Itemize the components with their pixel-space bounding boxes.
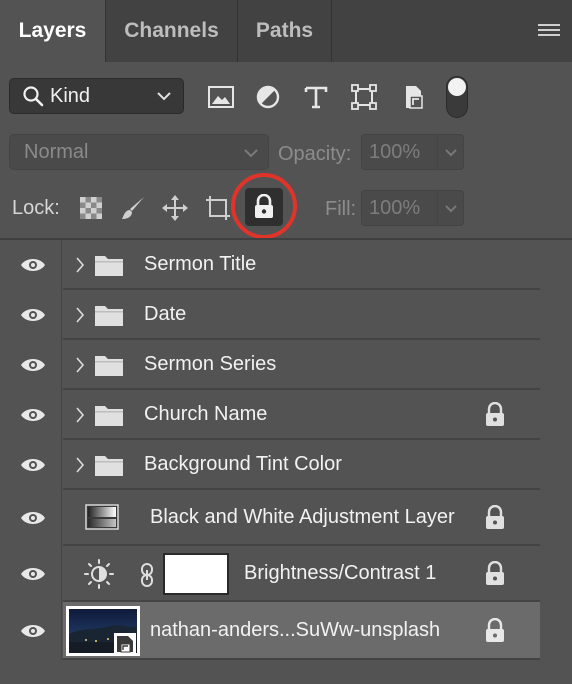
lock-icon <box>486 618 504 642</box>
folder-icon <box>95 456 123 476</box>
lock-image-pixels-icon[interactable] <box>119 194 147 222</box>
fill-field[interactable]: 100% <box>361 190 439 226</box>
layer-row[interactable]: Sermon Series <box>0 340 540 390</box>
tab-paths[interactable]: Paths <box>238 0 332 62</box>
chevron-down-icon <box>244 149 258 158</box>
folder-icon <box>95 406 123 426</box>
search-icon <box>23 86 44 107</box>
image-filter-icon[interactable] <box>206 82 236 112</box>
shape-filter-icon[interactable] <box>349 82 379 112</box>
link-icon[interactable] <box>139 562 155 588</box>
eye-icon[interactable] <box>20 407 46 423</box>
eye-icon[interactable] <box>20 257 46 273</box>
layer-name: Black and White Adjustment Layer <box>150 506 455 528</box>
lock-artboard-icon[interactable] <box>204 194 232 222</box>
layer-row[interactable]: Date <box>0 290 540 340</box>
eye-icon[interactable] <box>20 566 46 582</box>
lock-icon <box>486 561 504 585</box>
layer-name: Brightness/Contrast 1 <box>244 562 437 584</box>
highlight-ring <box>231 173 297 239</box>
brightness-contrast-icon <box>84 559 114 589</box>
layer-name: Background Tint Color <box>144 453 342 475</box>
layer-row[interactable]: Church Name <box>0 390 540 440</box>
eye-icon[interactable] <box>20 357 46 373</box>
lock-icon <box>486 505 504 529</box>
lock-position-icon[interactable] <box>161 194 189 222</box>
layers-list: Sermon Title Date Sermon Series Church N… <box>0 240 572 684</box>
expand-chevron-icon[interactable] <box>75 356 85 374</box>
filter-kind-label: Kind <box>50 84 91 107</box>
fill-dropdown-button[interactable] <box>437 190 464 226</box>
panel-tab-bar: Layers Channels Paths <box>0 0 572 62</box>
chevron-down-icon <box>445 205 457 213</box>
layer-name: nathan-anders...SuWw-unsplash <box>150 619 441 641</box>
folder-icon <box>95 356 123 376</box>
blend-mode-select[interactable]: Normal <box>9 134 269 170</box>
layer-name: Sermon Title <box>144 253 257 275</box>
smart-object-thumbnail[interactable] <box>66 606 140 656</box>
lock-transparent-pixels-icon[interactable] <box>77 194 105 222</box>
layer-row[interactable]: Black and White Adjustment Layer <box>0 490 540 546</box>
folder-icon <box>95 256 123 276</box>
adjustment-filter-icon[interactable] <box>253 82 283 112</box>
opacity-field[interactable]: 100% <box>361 134 439 170</box>
lock-icon <box>486 402 504 426</box>
folder-icon <box>95 306 123 326</box>
layer-name: Church Name <box>144 403 268 425</box>
opacity-label: Opacity: <box>278 143 352 165</box>
opacity-dropdown-button[interactable] <box>437 134 464 170</box>
smart-object-filter-icon[interactable] <box>398 82 428 112</box>
blend-mode-label: Normal <box>24 140 89 163</box>
expand-chevron-icon[interactable] <box>75 256 85 274</box>
panel-menu-icon[interactable] <box>538 24 560 38</box>
eye-icon[interactable] <box>20 623 46 639</box>
type-filter-icon[interactable] <box>301 82 331 112</box>
expand-chevron-icon[interactable] <box>75 456 85 474</box>
eye-icon[interactable] <box>20 307 46 323</box>
expand-chevron-icon[interactable] <box>75 306 85 324</box>
filter-toggle[interactable] <box>446 76 468 118</box>
eye-icon[interactable] <box>20 510 46 526</box>
tab-layers[interactable]: Layers <box>0 0 106 62</box>
layers-scroll-gutter[interactable] <box>540 240 572 684</box>
layer-name: Sermon Series <box>144 353 277 375</box>
layer-mask-thumbnail[interactable] <box>163 553 229 595</box>
black-white-adjustment-icon <box>85 504 119 530</box>
filter-kind-select[interactable]: Kind <box>9 78 184 114</box>
expand-chevron-icon[interactable] <box>75 406 85 424</box>
layer-row-selected[interactable]: nathan-anders...SuWw-unsplash <box>0 602 540 660</box>
layer-name: Date <box>144 303 187 325</box>
chevron-down-icon <box>445 149 457 157</box>
layer-row[interactable]: Brightness/Contrast 1 <box>0 546 540 602</box>
layer-row[interactable]: Background Tint Color <box>0 440 540 490</box>
lock-label: Lock: <box>12 197 60 219</box>
eye-icon[interactable] <box>20 457 46 473</box>
chevron-down-icon <box>157 92 171 101</box>
tab-channels[interactable]: Channels <box>106 0 238 62</box>
layer-row[interactable]: Sermon Title <box>0 240 540 290</box>
fill-label: Fill: <box>325 198 357 220</box>
